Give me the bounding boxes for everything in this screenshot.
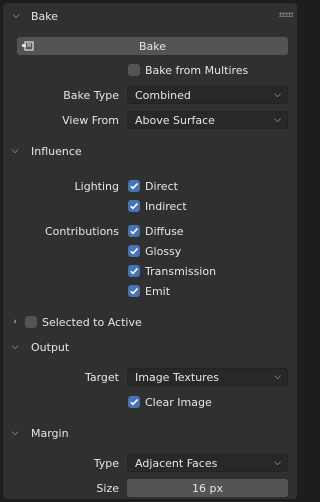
influence-title: Influence [31, 144, 82, 158]
clear-image-checkbox[interactable]: Clear Image [128, 393, 212, 411]
chevron-down-icon: ⌵ [274, 115, 281, 125]
checkbox-box[interactable] [128, 265, 140, 277]
bake-type-value: Combined [135, 88, 191, 102]
chevron-down-icon: ⌵ [11, 146, 19, 156]
transmission-checkbox[interactable]: Transmission [128, 262, 216, 280]
chevron-down-icon: ⌵ [274, 90, 281, 100]
indirect-label: Indirect [145, 199, 187, 213]
selected-to-active-label: Selected to Active [42, 315, 142, 329]
render-bake-icon [22, 41, 34, 51]
bake-from-multires-label: Bake from Multires [145, 63, 249, 77]
bake-button[interactable]: Bake [17, 37, 288, 55]
contributions-label: Contributions [44, 225, 119, 238]
bake-button-label: Bake [138, 39, 167, 53]
chevron-down-icon: ⌵ [12, 11, 20, 21]
checkmark-icon [130, 399, 138, 406]
bake-panel: ⌵ Bake Bake Bake from Multires Bake Type… [3, 3, 297, 499]
emit-label: Emit [145, 284, 171, 298]
selected-to-active-checkbox[interactable] [25, 316, 37, 328]
bake-type-dropdown[interactable]: Combined ⌵ [127, 86, 288, 104]
checkmark-icon [130, 268, 138, 275]
margin-type-dropdown[interactable]: Adjacent Faces ⌵ [127, 454, 288, 472]
panel-title: Bake [31, 9, 59, 23]
glossy-checkbox[interactable]: Glossy [128, 242, 181, 260]
lighting-label: Lighting [74, 180, 119, 193]
output-subpanel-header[interactable]: ⌵ Output [7, 336, 70, 358]
view-from-label: View From [62, 114, 119, 127]
target-value: Image Textures [135, 370, 219, 384]
bake-type-label: Bake Type [63, 89, 119, 102]
diffuse-checkbox[interactable]: Diffuse [128, 222, 184, 240]
margin-title: Margin [31, 426, 69, 440]
margin-size-field[interactable]: 16 px [127, 479, 288, 497]
checkbox-box[interactable] [128, 396, 140, 408]
bake-panel-header[interactable]: ⌵ Bake [9, 5, 58, 27]
checkmark-icon [130, 228, 138, 235]
margin-subpanel-header[interactable]: ⌵ Margin [7, 422, 69, 444]
direct-label: Direct [145, 179, 178, 193]
influence-subpanel-header[interactable]: ⌵ Influence [7, 140, 82, 162]
output-title: Output [31, 340, 70, 354]
target-dropdown[interactable]: Image Textures ⌵ [127, 368, 288, 386]
margin-size-label: Size [96, 482, 119, 495]
emit-checkbox[interactable]: Emit [128, 282, 170, 300]
glossy-label: Glossy [145, 244, 182, 258]
target-label: Target [84, 371, 119, 384]
margin-size-value: 16 px [192, 481, 223, 495]
checkbox-box[interactable] [128, 64, 140, 76]
selected-to-active-subpanel-header[interactable]: › Selected to Active [7, 311, 142, 333]
checkbox-box[interactable] [128, 200, 140, 212]
checkmark-icon [130, 203, 138, 210]
checkmark-icon [130, 248, 138, 255]
checkbox-box[interactable] [128, 180, 140, 192]
transmission-label: Transmission [145, 264, 217, 278]
checkmark-icon [130, 288, 138, 295]
checkmark-icon [130, 183, 138, 190]
view-from-value: Above Surface [135, 113, 215, 127]
chevron-down-icon: ⌵ [11, 428, 19, 438]
chevron-down-icon: ⌵ [274, 458, 281, 468]
chevron-down-icon: ⌵ [274, 372, 281, 382]
chevron-down-icon: ⌵ [11, 342, 19, 352]
diffuse-label: Diffuse [145, 224, 184, 238]
clear-image-label: Clear Image [145, 395, 212, 409]
checkbox-box[interactable] [128, 245, 140, 257]
bake-from-multires-checkbox[interactable]: Bake from Multires [128, 61, 248, 79]
margin-type-value: Adjacent Faces [135, 456, 218, 470]
checkbox-box[interactable] [128, 225, 140, 237]
drag-handle-icon[interactable] [279, 12, 293, 17]
chevron-right-icon: › [13, 317, 17, 327]
margin-type-label: Type [93, 457, 119, 470]
view-from-dropdown[interactable]: Above Surface ⌵ [127, 111, 288, 129]
checkbox-box[interactable] [128, 285, 140, 297]
direct-checkbox[interactable]: Direct [128, 177, 178, 195]
indirect-checkbox[interactable]: Indirect [128, 197, 187, 215]
